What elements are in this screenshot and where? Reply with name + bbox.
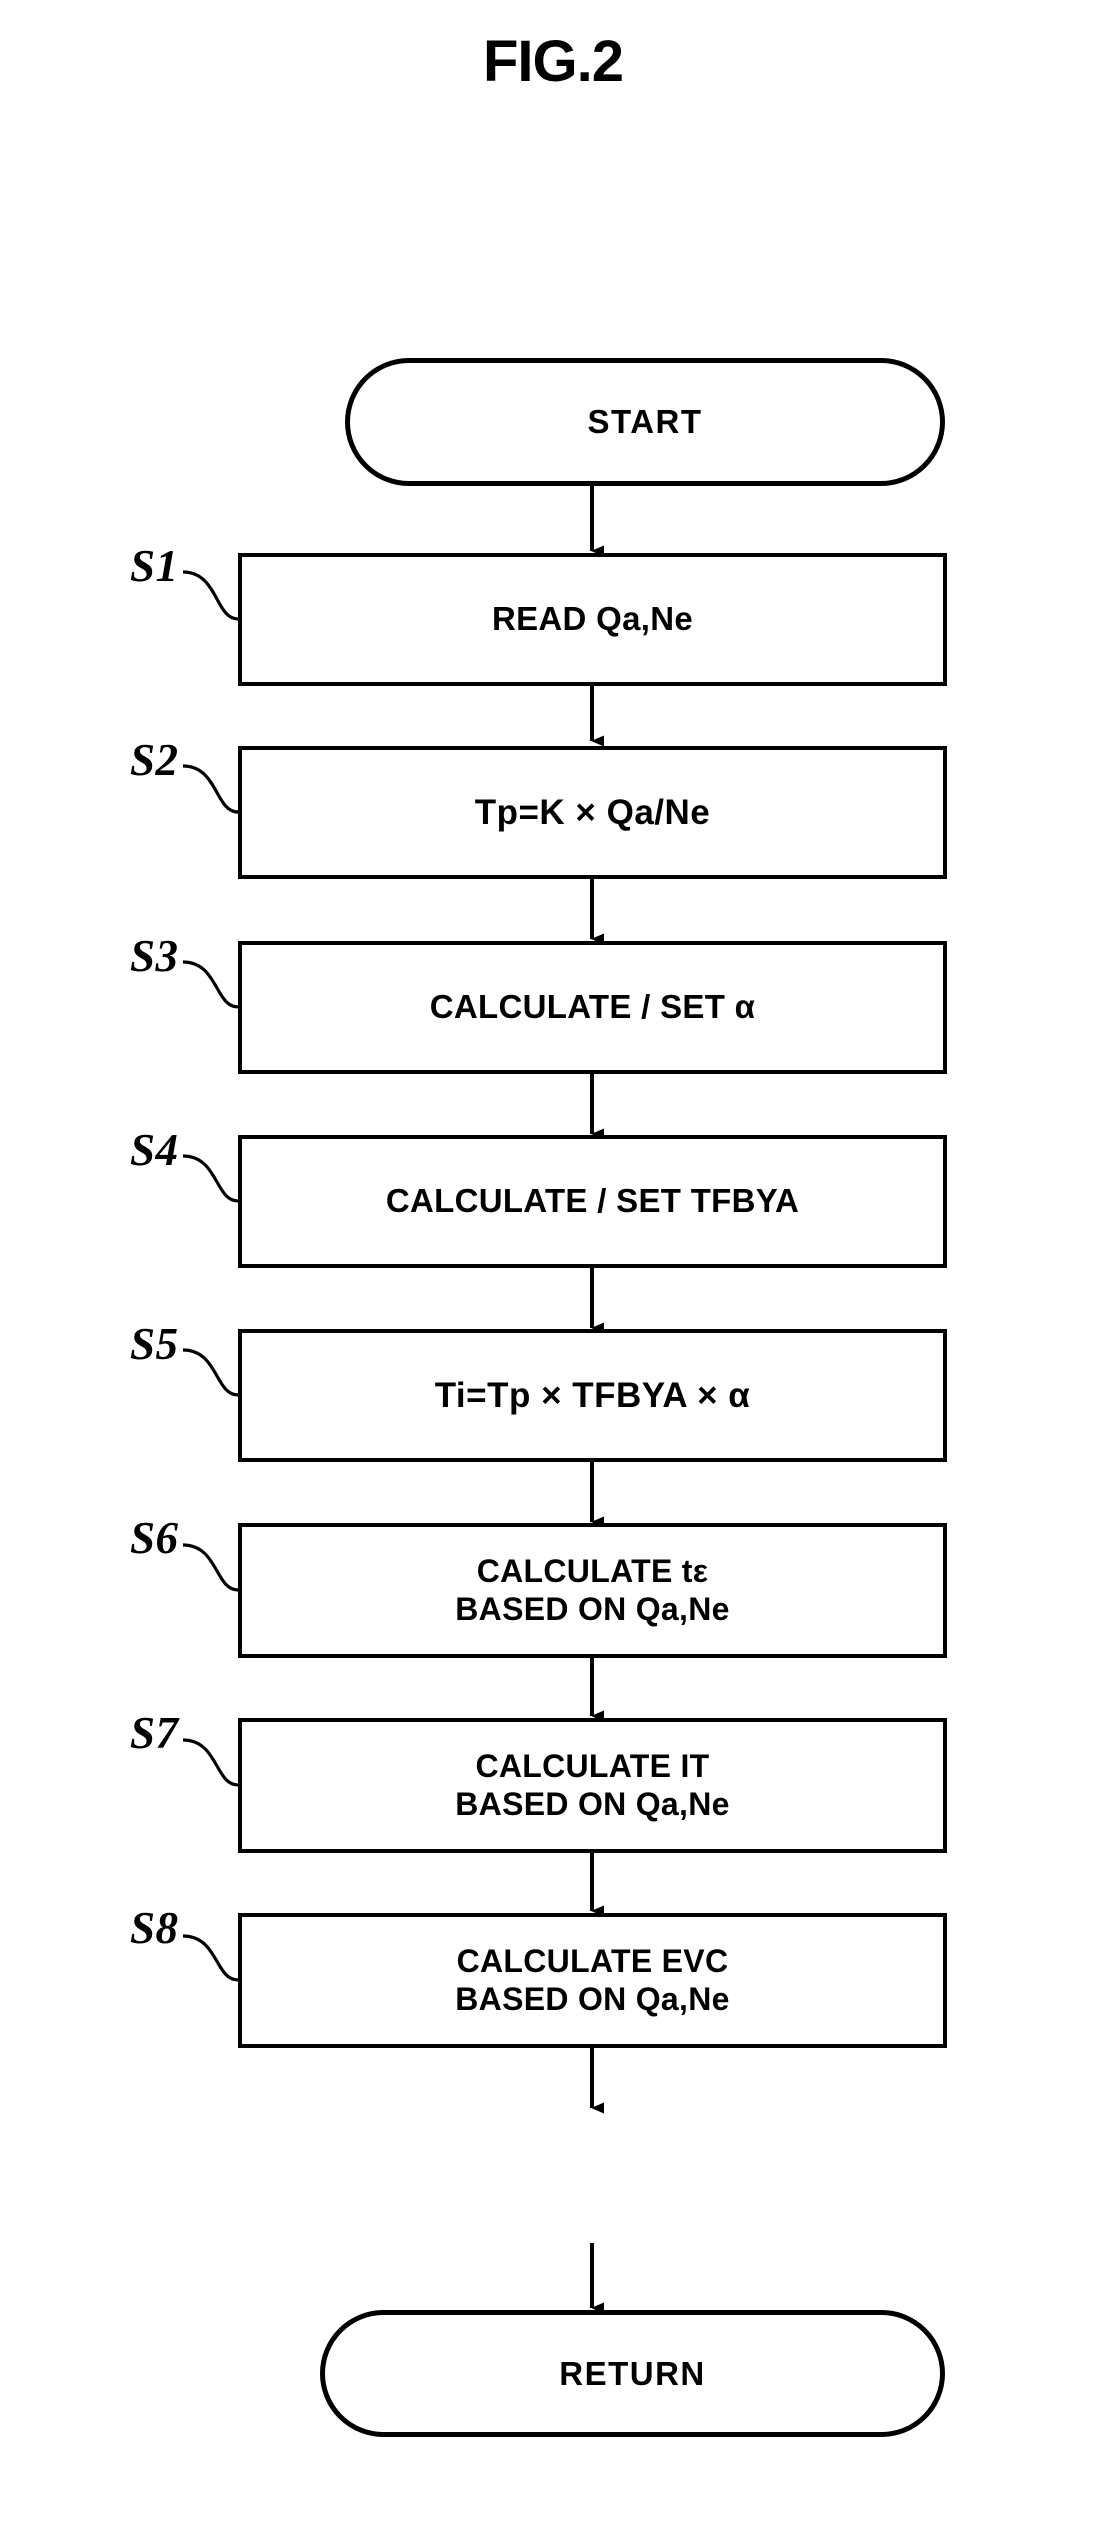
- process-box-s8: CALCULATE EVC BASED ON Qa,Ne: [238, 1913, 947, 2048]
- step-ref-s6: S6: [130, 1513, 179, 1563]
- figure-page: FIG.2 START S1 READ Qa,Ne S2 Tp=K × Qa/N…: [0, 0, 1106, 2547]
- leader-line-s3: [182, 960, 239, 1009]
- process-box-s1: READ Qa,Ne: [238, 553, 947, 686]
- leader-line-s7: [182, 1738, 239, 1787]
- leader-line-s8: [182, 1934, 239, 1982]
- figure-title: FIG.2: [482, 29, 624, 94]
- terminator-start-label: START: [587, 403, 703, 440]
- process-box-s6: CALCULATE tε BASED ON Qa,Ne: [238, 1523, 947, 1658]
- leader-line-s5: [182, 1348, 239, 1397]
- step-ref-s7: S7: [130, 1708, 179, 1758]
- process-box-s3: CALCULATE / SET α: [238, 941, 947, 1074]
- step-ref-s8: S8: [130, 1903, 179, 1953]
- process-box-s4: CALCULATE / SET TFBYA: [238, 1135, 947, 1268]
- terminator-start: START: [345, 358, 945, 486]
- step-ref-s3: S3: [130, 931, 179, 981]
- leader-line-group: [182, 570, 239, 1982]
- leader-line-s2: [182, 764, 239, 814]
- process-box-s2: Tp=K × Qa/Ne: [238, 746, 947, 879]
- step-ref-s2: S2: [130, 735, 179, 785]
- terminator-return-label: RETURN: [559, 2354, 706, 2392]
- leader-line-s4: [182, 1154, 239, 1203]
- step-ref-s1: S1: [130, 541, 179, 591]
- leader-line-s1: [182, 570, 239, 621]
- leader-line-s6: [182, 1543, 239, 1592]
- terminator-return: RETURN: [320, 2310, 945, 2437]
- process-box-s5: Ti=Tp × TFBYA × α: [238, 1329, 947, 1462]
- process-box-s7: CALCULATE IT BASED ON Qa,Ne: [238, 1718, 947, 1853]
- step-ref-s5: S5: [130, 1319, 179, 1369]
- step-ref-s4: S4: [130, 1125, 179, 1175]
